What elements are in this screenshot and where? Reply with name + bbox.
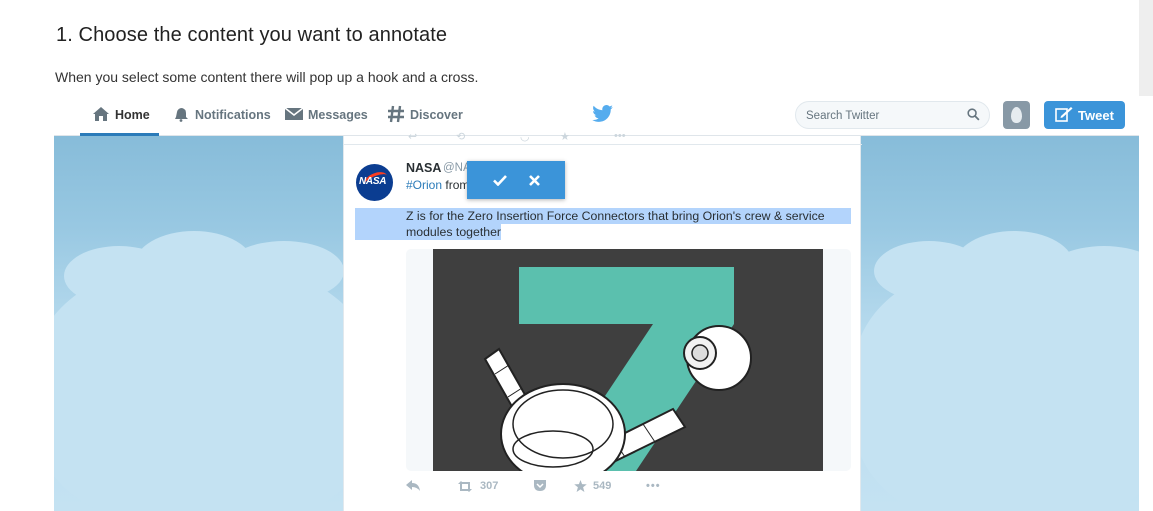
- search-icon[interactable]: [967, 108, 981, 122]
- tweet-actions: 307 549 •••: [406, 480, 846, 500]
- pocket-button[interactable]: [534, 480, 546, 491]
- envelope-icon: [285, 105, 303, 123]
- search-input[interactable]: [806, 107, 956, 125]
- hashtag-icon: [387, 105, 405, 123]
- retweet-button[interactable]: 307: [456, 480, 498, 492]
- page-heading: 1. Choose the content you want to annota…: [56, 24, 448, 46]
- more-button[interactable]: •••: [646, 480, 661, 492]
- check-icon: [493, 174, 507, 186]
- retweet-icon: [458, 480, 472, 492]
- nav-messages-label: Messages: [308, 108, 368, 122]
- shield-icon: [534, 480, 546, 491]
- tweet-text-line-1: Z is for the Zero Insertion Force Connec…: [355, 208, 851, 224]
- reply-icon: [406, 480, 420, 491]
- compose-icon: [1055, 106, 1073, 125]
- more-dots-icon: •••: [646, 480, 661, 492]
- instruction-text: When you select some content there will …: [55, 69, 479, 85]
- twitter-bird-icon[interactable]: [592, 105, 614, 125]
- tweet-media[interactable]: [406, 249, 851, 471]
- nav-discover-label: Discover: [410, 108, 463, 122]
- hashtag-link[interactable]: #Orion: [406, 178, 442, 192]
- reply-button[interactable]: [406, 480, 420, 491]
- home-icon: [92, 105, 110, 123]
- nasa-avatar[interactable]: NASA: [356, 164, 393, 201]
- bell-icon: [172, 105, 190, 123]
- nav-notifications[interactable]: Notifications: [172, 106, 271, 136]
- nav-home-label: Home: [115, 108, 150, 122]
- tweet-separator: [344, 144, 862, 145]
- confirm-button[interactable]: [489, 169, 511, 191]
- timeline: ↩ ⟲ ◡ ★ ••• NASA NASA @NASA #Orion from A Z …: [343, 130, 862, 511]
- nav-home[interactable]: Home: [80, 106, 159, 136]
- media-image: [433, 249, 823, 471]
- favorite-count: 549: [593, 480, 612, 492]
- nav-notifications-label: Notifications: [195, 108, 271, 122]
- retweet-count: 307: [480, 480, 499, 492]
- profile-avatar-button[interactable]: [1003, 101, 1030, 129]
- close-icon: [528, 174, 540, 186]
- scrollbar[interactable]: [1139, 0, 1153, 96]
- star-icon: [574, 480, 587, 492]
- tweet-text-selected[interactable]: Z is for the Zero Insertion Force Connec…: [355, 208, 852, 240]
- favorite-button[interactable]: 549: [574, 480, 611, 492]
- egg-avatar-icon: [1011, 107, 1022, 123]
- tweet-button-label: Tweet: [1078, 107, 1114, 123]
- previous-tweet-actions: ↩ ⟲ ◡ ★ •••: [408, 130, 626, 142]
- tweet-button[interactable]: Tweet: [1044, 101, 1125, 129]
- tweet-author-name[interactable]: NASA: [406, 161, 441, 175]
- twitter-screenshot-frame: Home Notifications Messages Discover Sea…: [54, 96, 1139, 511]
- cancel-button[interactable]: [523, 169, 545, 191]
- tweet-text-line-2: modules together: [355, 224, 502, 240]
- search-box[interactable]: [795, 101, 990, 129]
- annotation-popup: [467, 161, 565, 199]
